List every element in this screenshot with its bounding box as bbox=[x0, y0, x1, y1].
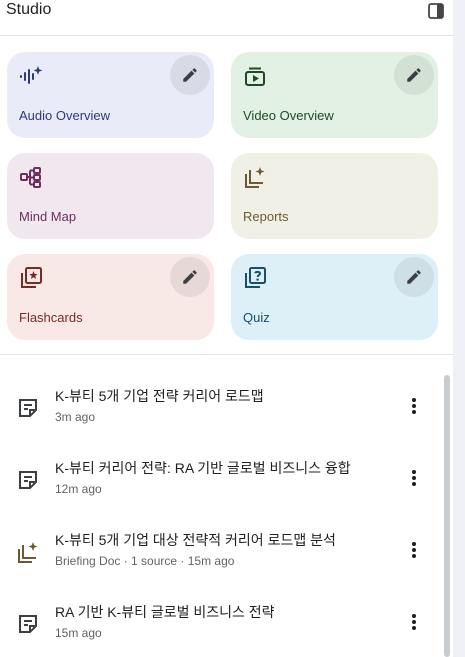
note-meta: 12m ago bbox=[55, 482, 102, 496]
note-meta: 3m ago bbox=[55, 410, 96, 424]
note-icon bbox=[19, 399, 37, 417]
flashcards-icon bbox=[21, 267, 42, 288]
pencil-icon bbox=[407, 68, 421, 82]
flashcards-card[interactable]: Flashcards bbox=[7, 254, 214, 340]
mind-map-icon bbox=[20, 167, 41, 188]
audio-overview-card[interactable]: Audio Overview bbox=[7, 52, 214, 138]
list-item[interactable]: K-뷰티 5개 기업 대상 전략적 커리어 로드맵 분석 Briefing Do… bbox=[0, 526, 440, 586]
page-title: Studio bbox=[6, 1, 52, 18]
reports-icon bbox=[18, 542, 38, 563]
note-icon bbox=[19, 471, 37, 489]
more-vert-icon bbox=[412, 398, 416, 414]
edit-button[interactable] bbox=[394, 257, 434, 297]
card-label: Audio Overview bbox=[19, 108, 111, 123]
list-item[interactable]: K-뷰티 커리어 전략: RA 기반 글로벌 비즈니스 융합 12m ago bbox=[0, 454, 440, 514]
more-options-button[interactable] bbox=[402, 538, 426, 562]
audio-waveform-icon bbox=[20, 66, 43, 84]
list-item[interactable]: K-뷰티 5개 기업 전략 커리어 로드맵 3m ago bbox=[0, 382, 440, 442]
video-overview-card[interactable]: Video Overview bbox=[231, 52, 438, 138]
card-label: Video Overview bbox=[243, 108, 334, 123]
pencil-icon bbox=[183, 68, 197, 82]
reports-icon bbox=[245, 167, 265, 188]
reports-card[interactable]: Reports bbox=[231, 153, 438, 239]
quiz-card[interactable]: Quiz bbox=[231, 254, 438, 340]
note-icon bbox=[19, 615, 37, 633]
note-title: K-뷰티 5개 기업 대상 전략적 커리어 로드맵 분석 bbox=[55, 532, 336, 548]
card-label: Reports bbox=[243, 209, 289, 224]
mind-map-card[interactable]: Mind Map bbox=[7, 153, 214, 239]
card-label: Flashcards bbox=[19, 310, 83, 325]
more-vert-icon bbox=[412, 542, 416, 558]
edit-button[interactable] bbox=[170, 55, 210, 95]
more-options-button[interactable] bbox=[402, 466, 426, 490]
list-item[interactable]: RA 기반 K-뷰티 글로벌 비즈니스 전략 15m ago bbox=[0, 598, 440, 657]
edit-button[interactable] bbox=[394, 55, 434, 95]
studio-panel: Studio Audio Overview Video Overview Min… bbox=[0, 0, 453, 657]
note-meta: 15m ago bbox=[55, 626, 102, 640]
more-options-button[interactable] bbox=[402, 610, 426, 634]
panel-toggle-icon bbox=[428, 3, 444, 19]
more-vert-icon bbox=[412, 470, 416, 486]
card-label: Quiz bbox=[243, 310, 270, 325]
pencil-icon bbox=[407, 270, 421, 284]
right-rail bbox=[453, 0, 465, 657]
quiz-icon bbox=[245, 267, 266, 288]
edit-button[interactable] bbox=[170, 257, 210, 297]
note-title: K-뷰티 5개 기업 전략 커리어 로드맵 bbox=[55, 388, 264, 404]
scrollbar-thumb[interactable] bbox=[444, 375, 450, 657]
note-title: RA 기반 K-뷰티 글로벌 비즈니스 전략 bbox=[55, 604, 275, 620]
more-options-button[interactable] bbox=[402, 394, 426, 418]
collapse-panel-button[interactable] bbox=[427, 2, 445, 20]
card-label: Mind Map bbox=[19, 209, 77, 224]
note-meta: Briefing Doc · 1 source · 15m ago bbox=[55, 554, 235, 568]
divider bbox=[0, 354, 453, 355]
video-icon bbox=[245, 67, 265, 86]
more-vert-icon bbox=[412, 614, 416, 630]
note-title: K-뷰티 커리어 전략: RA 기반 글로벌 비즈니스 융합 bbox=[55, 460, 351, 476]
pencil-icon bbox=[183, 270, 197, 284]
studio-header: Studio bbox=[0, 0, 453, 36]
